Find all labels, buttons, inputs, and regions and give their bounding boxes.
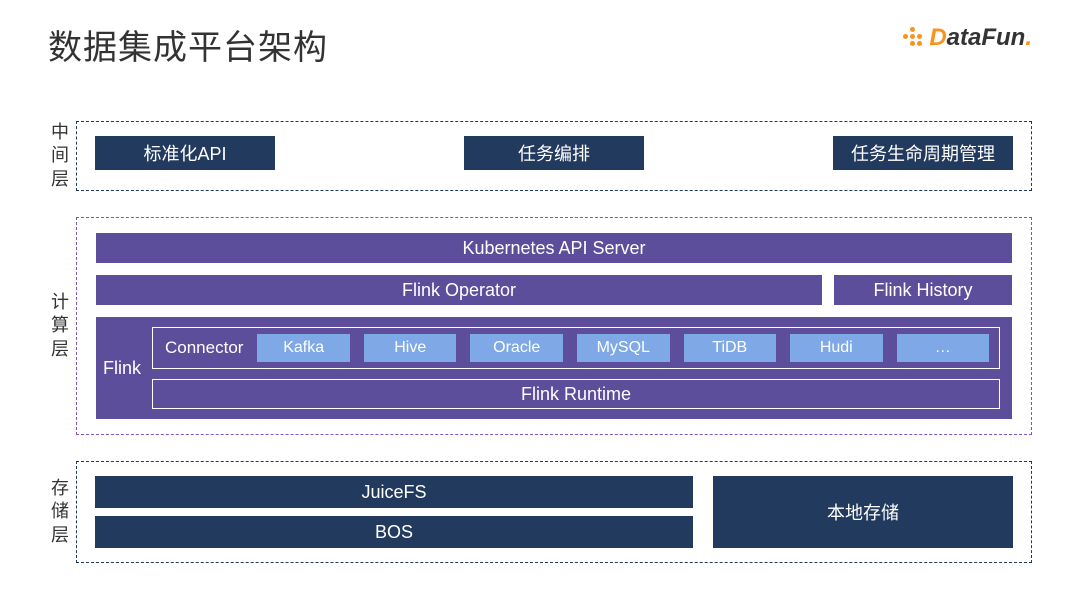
chip-mysql: MySQL: [577, 334, 670, 362]
box-bos: BOS: [95, 516, 693, 548]
box-standard-api: 标准化API: [95, 136, 275, 170]
layer-compute-label: 计 算 层: [48, 217, 72, 435]
chip-kafka: Kafka: [257, 334, 350, 362]
chip-more: …: [897, 334, 990, 362]
chip-tidb: TiDB: [684, 334, 777, 362]
box-flink-history: Flink History: [833, 274, 1013, 306]
datafun-logo: DataFun.: [901, 24, 1032, 52]
chip-hudi: Hudi: [790, 334, 883, 362]
logo-rest: ataFun: [947, 24, 1026, 52]
chip-hive: Hive: [364, 334, 457, 362]
box-k8s-api-server: Kubernetes API Server: [95, 232, 1013, 264]
box-flink-runtime: Flink Runtime: [152, 379, 1000, 409]
layer-storage: 存 储 层 JuiceFS BOS 本地存储: [48, 461, 1032, 563]
slide-title: 数据集成平台架构: [48, 20, 1032, 69]
box-connector: Connector Kafka Hive Oracle MySQL TiDB H…: [152, 327, 1000, 369]
logo-letter-d: D: [929, 24, 946, 52]
box-flink-operator: Flink Operator: [95, 274, 823, 306]
layer-compute: 计 算 层 Kubernetes API Server Flink Operat…: [48, 217, 1032, 435]
layer-storage-label: 存 储 层: [48, 461, 72, 563]
box-juicefs: JuiceFS: [95, 476, 693, 508]
layer-middle: 中 间 层 标准化API 任务编排 任务生命周期管理: [48, 121, 1032, 191]
logo-dots-icon: [901, 25, 927, 51]
box-task-lifecycle: 任务生命周期管理: [833, 136, 1013, 170]
connector-label: Connector: [163, 338, 245, 358]
logo-dot: .: [1025, 24, 1032, 52]
layer-middle-label: 中 间 层: [48, 121, 72, 191]
box-task-orchestration: 任务编排: [464, 136, 644, 170]
box-flink: Flink Connector Kafka Hive Oracle MySQL …: [95, 316, 1013, 420]
chip-oracle: Oracle: [470, 334, 563, 362]
box-local-storage: 本地存储: [713, 476, 1013, 548]
flink-label: Flink: [96, 317, 148, 419]
